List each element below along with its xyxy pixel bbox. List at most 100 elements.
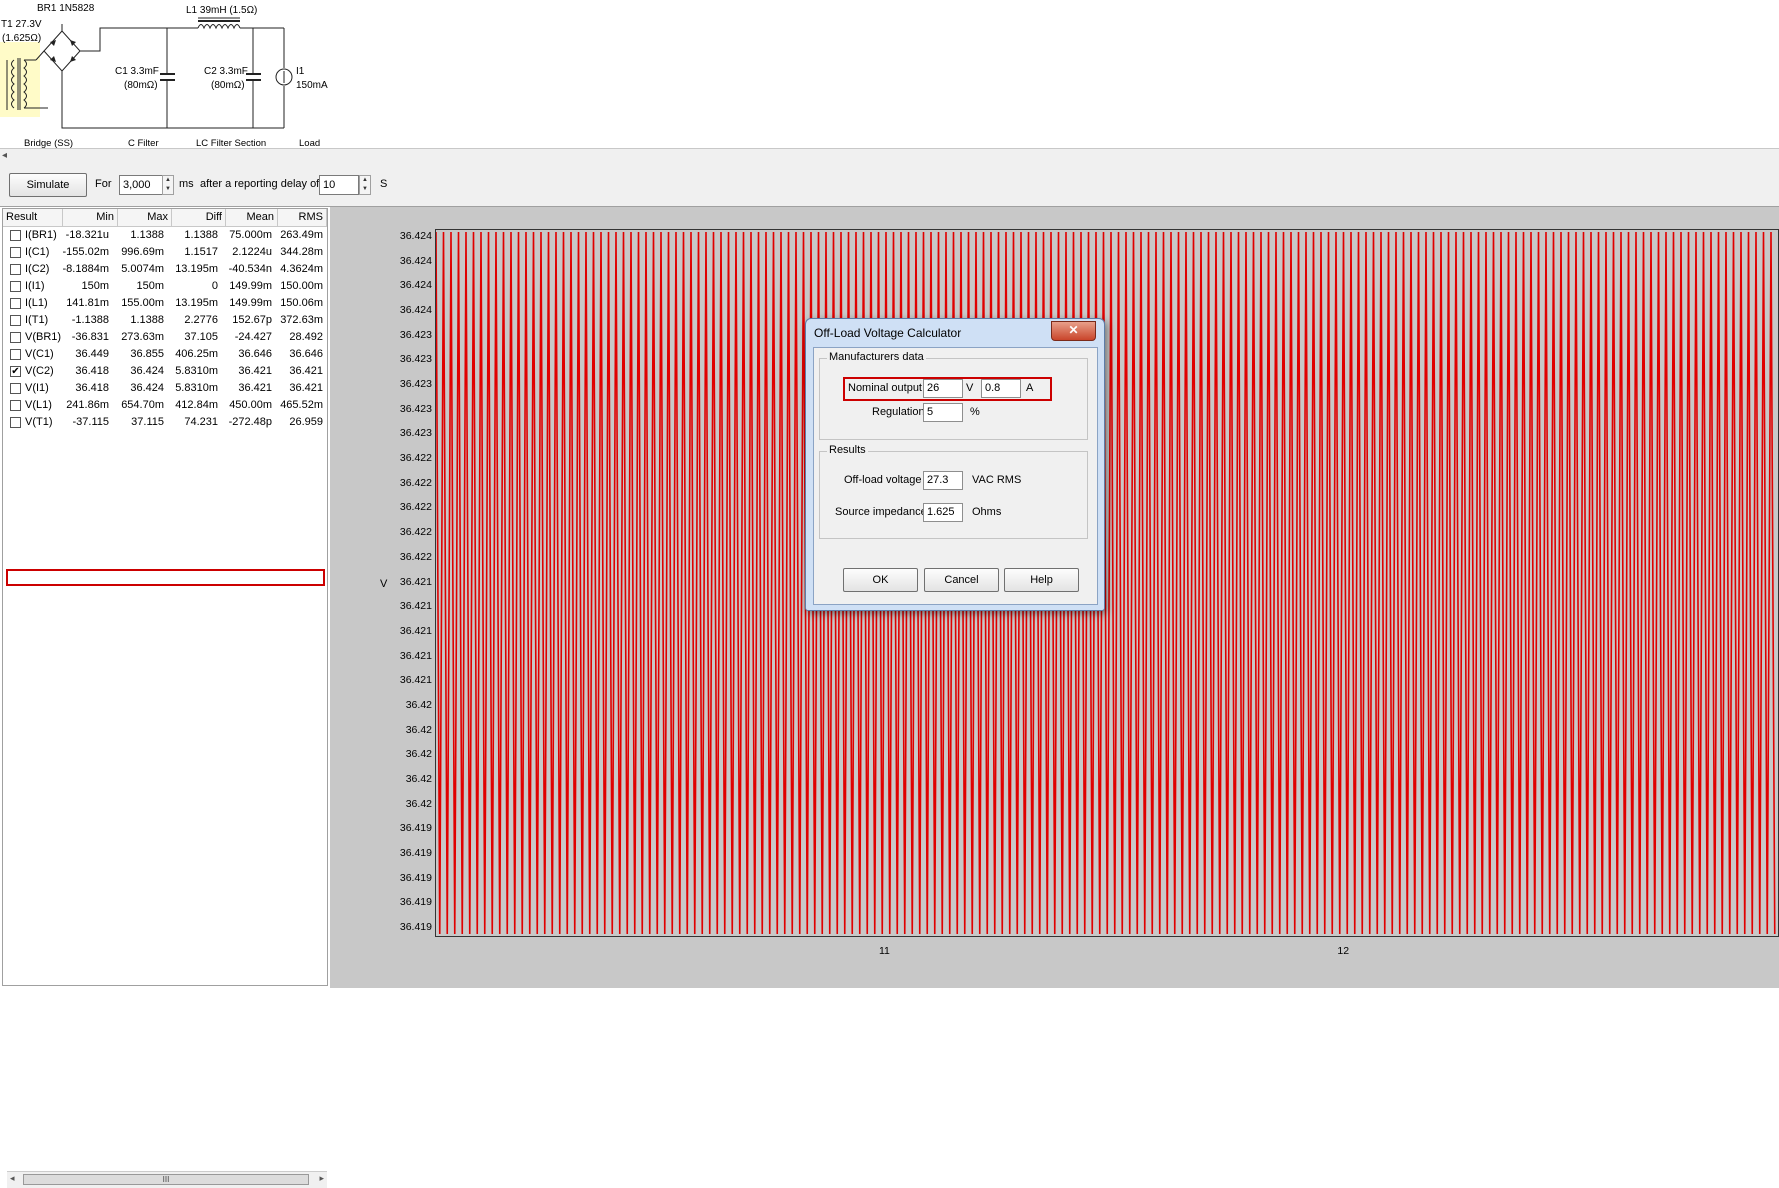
row-diff-value: 412.84m [175, 399, 218, 411]
x-tick-label: 11 [878, 945, 890, 957]
results-table: Result Min Max Diff Mean RMS I(BR1) -18.3… [2, 208, 328, 1188]
schematic-scrollbar[interactable]: ◂ [0, 148, 1779, 166]
row-rms-value: 26.959 [289, 416, 323, 428]
row-min-value: -37.115 [72, 416, 110, 428]
delay-input[interactable]: 10 [319, 175, 359, 195]
y-tick-label: 36.421 [399, 624, 432, 637]
y-tick-label: 36.42 [405, 748, 432, 761]
row-mean-value: 149.99m [229, 297, 272, 309]
table-row[interactable]: V(L1) 241.86m 654.70m 412.84m 450.00m 465.52m [3, 397, 327, 414]
i1-label: I1 [296, 66, 305, 77]
row-rms-value: 36.421 [289, 382, 323, 394]
duration-input[interactable]: 3,000 [119, 175, 166, 195]
nominal-current-input[interactable]: 0.8 [981, 379, 1021, 398]
waveform-plot[interactable] [435, 229, 1779, 937]
y-tick-label: 36.423 [399, 328, 432, 341]
row-diff-value: 13.195m [175, 263, 218, 275]
row-checkbox[interactable]: ✔ [10, 366, 21, 377]
offload-voltage-label: Off-load voltage [844, 474, 922, 486]
scroll-thumb[interactable]: III [23, 1174, 309, 1185]
table-row[interactable]: V(T1) -37.115 37.115 74.231 -272.48p 26.959 [3, 414, 327, 431]
col-mean[interactable]: Mean [226, 209, 278, 226]
y-tick-label: 36.424 [399, 279, 432, 292]
row-checkbox[interactable] [10, 247, 21, 258]
col-min[interactable]: Min [63, 209, 118, 226]
y-tick-label: 36.421 [399, 600, 432, 613]
duration-spinner[interactable]: ▲ ▼ [162, 175, 174, 195]
row-diff-value: 2.2776 [184, 314, 218, 326]
offload-voltage-field[interactable]: 27.3 [923, 471, 963, 490]
row-result-name: V(C2) [25, 365, 54, 377]
dialog-body: Manufacturers data Nominal output 26 V 0… [813, 347, 1098, 605]
y-tick-label: 36.424 [399, 304, 432, 317]
table-row[interactable]: V(C1) 36.449 36.855 406.25m 36.646 36.646 [3, 346, 327, 363]
row-checkbox[interactable] [10, 230, 21, 241]
table-row[interactable]: I(L1) 141.81m 155.00m 13.195m 149.99m 150.06m [3, 295, 327, 312]
col-max[interactable]: Max [118, 209, 172, 226]
table-row[interactable]: I(C2) -8.1884m 5.0074m 13.195m -40.534n 4.362… [3, 261, 327, 278]
scroll-right-icon[interactable]: ▸ [319, 1173, 324, 1184]
delay-spinner[interactable]: ▲ ▼ [359, 175, 371, 195]
table-row[interactable]: ✔ V(C2) 36.418 36.424 5.8310m 36.421 36.421 [3, 363, 327, 380]
row-max-value: 273.63m [121, 331, 164, 343]
close-button[interactable]: ✕ [1051, 321, 1096, 341]
nominal-voltage-unit: V [966, 382, 974, 394]
row-checkbox[interactable] [10, 383, 21, 394]
source-impedance-label: Source impedance [835, 506, 927, 518]
table-row[interactable]: I(C1) -155.02m 996.69m 1.1517 2.1224u 344.28m [3, 244, 327, 261]
row-diff-value: 1.1517 [184, 246, 218, 258]
dialog-title: Off-Load Voltage Calculator [814, 326, 962, 340]
row-diff-value: 74.231 [184, 416, 218, 428]
cancel-button[interactable]: Cancel [924, 568, 999, 592]
row-checkbox[interactable] [10, 332, 21, 343]
row-checkbox[interactable] [10, 417, 21, 428]
col-result[interactable]: Result [3, 209, 63, 226]
waveform-svg [436, 230, 1778, 936]
table-row[interactable]: V(BR1) -36.831 273.63m 37.105 -24.427 28.492 [3, 329, 327, 346]
y-tick-label: 36.423 [399, 427, 432, 440]
row-checkbox[interactable] [10, 349, 21, 360]
col-diff[interactable]: Diff [172, 209, 226, 226]
row-mean-value: 36.421 [238, 365, 272, 377]
scroll-left-icon[interactable]: ◂ [10, 1173, 15, 1184]
row-rms-value: 465.52m [280, 399, 323, 411]
nominal-voltage-input[interactable]: 26 [923, 379, 963, 398]
row-rms-value: 372.63m [280, 314, 323, 326]
row-min-value: 36.418 [75, 365, 109, 377]
help-button[interactable]: Help [1004, 568, 1079, 592]
simulate-button[interactable]: Simulate [9, 173, 87, 197]
schematic-canvas[interactable]: BR1 1N5828 L1 39mH (1.5Ω) T1 27.3V (1.62… [0, 0, 1779, 149]
row-checkbox[interactable] [10, 298, 21, 309]
results-header: Result Min Max Diff Mean RMS [3, 209, 327, 227]
source-impedance-field[interactable]: 1.625 [923, 503, 963, 522]
table-row[interactable]: I(I1) 150m 150m 0 149.99m 150.00m [3, 278, 327, 295]
row-checkbox[interactable] [10, 400, 21, 411]
y-tick-label: 36.424 [399, 230, 432, 242]
col-rms[interactable]: RMS [278, 209, 327, 226]
y-tick-label: 36.421 [399, 649, 432, 662]
row-mean-value: -24.427 [234, 331, 272, 343]
simulation-toolbar: Simulate For 3,000 ▲ ▼ ms after a reporti… [0, 165, 1779, 207]
results-scrollbar[interactable]: ◂ III ▸ [7, 1171, 327, 1188]
scroll-left-arrow-icon[interactable]: ◂ [2, 150, 7, 161]
row-diff-value: 13.195m [175, 297, 218, 309]
c2-esr-label: (80mΩ) [211, 80, 245, 91]
nominal-output-label: Nominal output [848, 382, 922, 394]
table-row[interactable]: I(BR1) -18.321u 1.1388 1.1388 75.000m 263.49m [3, 227, 327, 244]
table-row[interactable]: I(T1) -1.1388 1.1388 2.2776 152.67p 372.63m [3, 312, 327, 329]
table-row[interactable]: V(I1) 36.418 36.424 5.8310m 36.421 36.421 [3, 380, 327, 397]
row-max-value: 1.1388 [130, 229, 164, 241]
ok-button[interactable]: OK [843, 568, 918, 592]
row-checkbox[interactable] [10, 264, 21, 275]
row-max-value: 996.69m [121, 246, 164, 258]
regulation-input[interactable]: 5 [923, 403, 963, 422]
c1-label: C1 3.3mF [115, 66, 159, 77]
row-mean-value: 36.646 [238, 348, 272, 360]
row-rms-value: 36.646 [289, 348, 323, 360]
row-checkbox[interactable] [10, 281, 21, 292]
row-rms-value: 150.00m [280, 280, 323, 292]
i1-current-label: 150mA [296, 80, 328, 91]
offload-voltage-dialog: Off-Load Voltage Calculator ✕ Manufactur… [805, 318, 1105, 611]
row-checkbox[interactable] [10, 315, 21, 326]
reporting-delay-label: after a reporting delay of [200, 178, 320, 190]
